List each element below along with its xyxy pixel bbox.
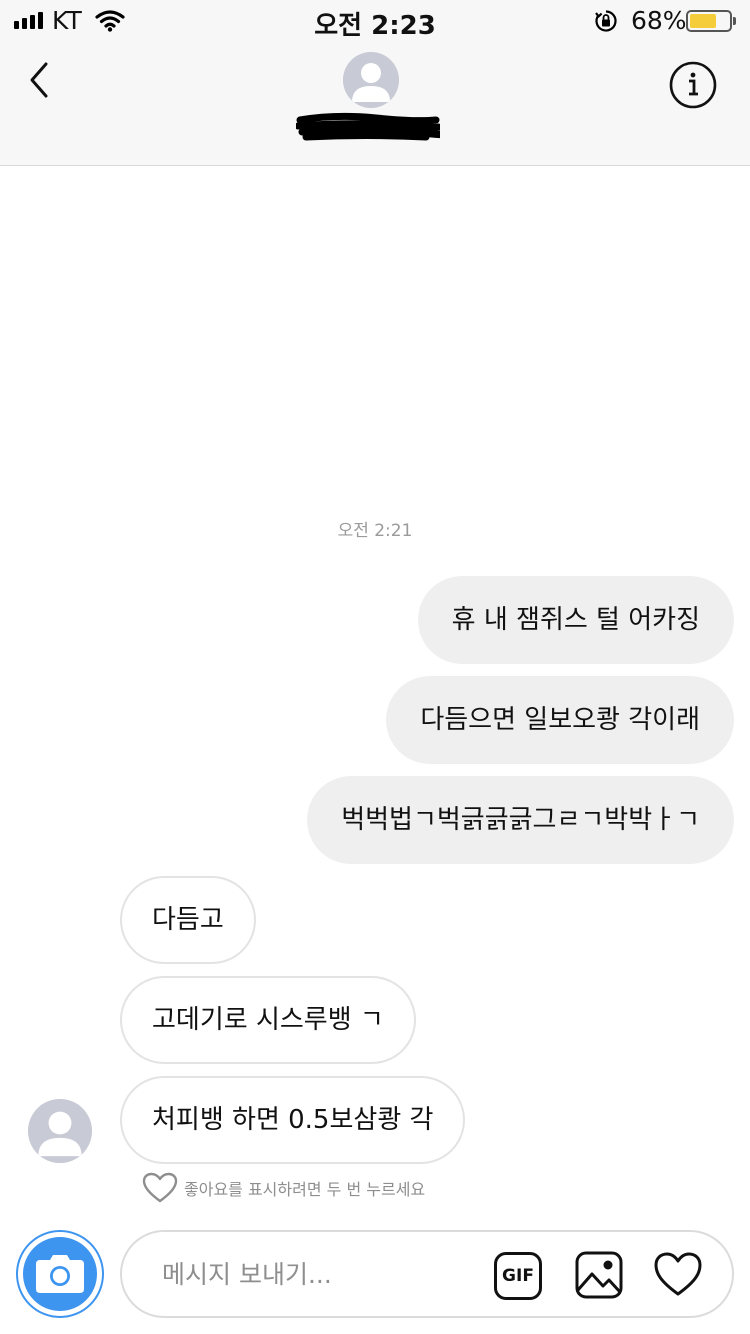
chevron-left-icon[interactable] xyxy=(20,58,64,102)
status-bar: KT 오전 2:23 68% xyxy=(0,0,750,41)
gallery-icon[interactable] xyxy=(574,1250,624,1300)
sender-avatar[interactable] xyxy=(28,1099,92,1163)
like-hint-text: 좋아요를 표시하려면 두 번 누르세요 xyxy=(184,1180,426,1199)
sent-message-bubble[interactable]: 휴 내 잼쥐스 털 어카징 xyxy=(417,576,734,664)
gif-button[interactable]: GIF xyxy=(494,1252,542,1300)
redacted-username xyxy=(296,112,440,141)
message-timestamp: 오전 2:21 xyxy=(337,521,413,541)
received-message-bubble[interactable]: 처피뱅 하면 0.5보삼쾅 각 xyxy=(120,1076,466,1164)
received-message-bubble[interactable]: 다듬고 xyxy=(120,876,256,964)
contact-avatar[interactable] xyxy=(343,52,399,108)
heart-icon[interactable] xyxy=(654,1252,702,1298)
chat-header xyxy=(0,40,750,166)
camera-icon xyxy=(36,1255,84,1293)
sent-message-bubble[interactable]: 벅벅법ㄱ벅긁긁긁그ㄹㄱ박박ㅏㄱ xyxy=(307,776,734,864)
message-composer: GIF xyxy=(120,1230,734,1318)
rotation-lock-icon xyxy=(595,10,617,32)
camera-button-fill xyxy=(23,1237,97,1311)
sent-message-bubble[interactable]: 다듬으면 일보오쾅 각이래 xyxy=(386,676,734,764)
battery-icon xyxy=(686,10,736,32)
battery-level xyxy=(690,14,716,28)
heart-icon xyxy=(142,1172,178,1203)
battery-percentage: 68% xyxy=(631,6,687,35)
direct-message-screen: KT 오전 2:23 68% 오전 2:21 휴 내 잼쥐스 털 어카징 다듬으… xyxy=(0,0,750,1334)
info-icon[interactable] xyxy=(668,60,718,110)
default-avatar-icon xyxy=(343,52,399,108)
double-tap-like-hint: 좋아요를 표시하려면 두 번 누르세요 xyxy=(142,1172,425,1204)
default-avatar-icon xyxy=(28,1099,92,1163)
message-input[interactable] xyxy=(162,1252,482,1296)
camera-button[interactable] xyxy=(16,1230,104,1318)
received-message-bubble[interactable]: 고데기로 시스루뱅 ㄱ xyxy=(120,976,416,1064)
